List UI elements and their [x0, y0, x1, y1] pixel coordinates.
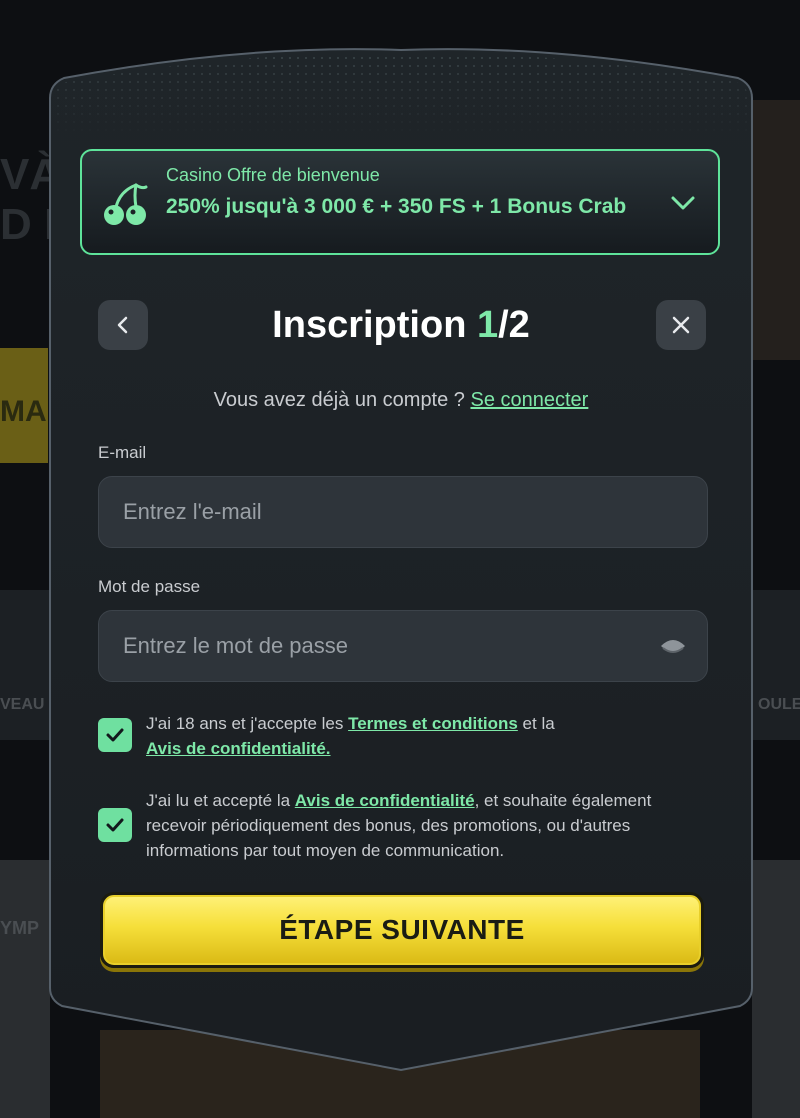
consent-text: J'ai 18 ans et j'accepte les: [146, 714, 349, 733]
privacy-link[interactable]: Avis de confidentialité.: [146, 739, 331, 758]
offer-headline: 250% jusqu'à 3 000 € + 350 FS + 1 Bonus …: [166, 195, 627, 218]
chevron-down-icon[interactable]: [670, 193, 696, 213]
privacy-link[interactable]: Avis de confidentialité: [295, 791, 475, 810]
login-prompt: Vous avez déjà un compte ? Se connecter: [48, 389, 754, 412]
background-decor: [752, 100, 800, 360]
background-card: [752, 590, 800, 740]
registration-modal: Casino Offre de bienvenue 250% jusqu'à 3…: [48, 48, 754, 1072]
background-tile-text: YMP: [0, 918, 40, 938]
email-label: E-mail: [98, 443, 147, 462]
close-icon: [672, 316, 690, 334]
eye-icon[interactable]: [660, 636, 686, 656]
title-step: 1: [476, 304, 499, 346]
close-button[interactable]: [656, 300, 706, 350]
checkmark-icon: [106, 728, 124, 742]
password-label: Mot de passe: [98, 577, 201, 596]
password-field[interactable]: [98, 610, 708, 682]
consent-text: J'ai lu et accepté la: [146, 791, 295, 810]
offer-eyebrow: Casino Offre de bienvenue: [166, 165, 380, 185]
background-word-left: VEAU: [0, 696, 45, 713]
background-tile: [752, 860, 800, 1118]
background-card: [0, 590, 50, 740]
consent-checkbox-terms[interactable]: [98, 718, 132, 752]
background-tile: [0, 860, 50, 1118]
page-title: Inscription 1/2: [48, 304, 754, 347]
background-button-text: MA: [0, 395, 47, 428]
title-total: /2: [498, 304, 530, 346]
consent-text: et la: [517, 714, 555, 733]
checkmark-icon: [106, 818, 124, 832]
login-prompt-text: Vous avez déjà un compte ?: [213, 389, 471, 411]
consent-text-terms: J'ai 18 ans et j'accepte les Termes et c…: [146, 711, 706, 761]
email-field[interactable]: [98, 476, 708, 548]
welcome-offer-banner[interactable]: Casino Offre de bienvenue 250% jusqu'à 3…: [80, 149, 720, 255]
consent-checkbox-marketing[interactable]: [98, 808, 132, 842]
title-text: Inscription: [272, 304, 477, 346]
cherry-icon: [104, 183, 148, 225]
login-link[interactable]: Se connecter: [470, 389, 588, 411]
consent-text-marketing: J'ai lu et accepté la Avis de confidenti…: [146, 788, 706, 863]
background-word-right: OULE: [758, 696, 800, 713]
terms-link[interactable]: Termes et conditions: [348, 714, 518, 733]
next-step-button[interactable]: ÉTAPE SUIVANTE: [100, 892, 704, 968]
